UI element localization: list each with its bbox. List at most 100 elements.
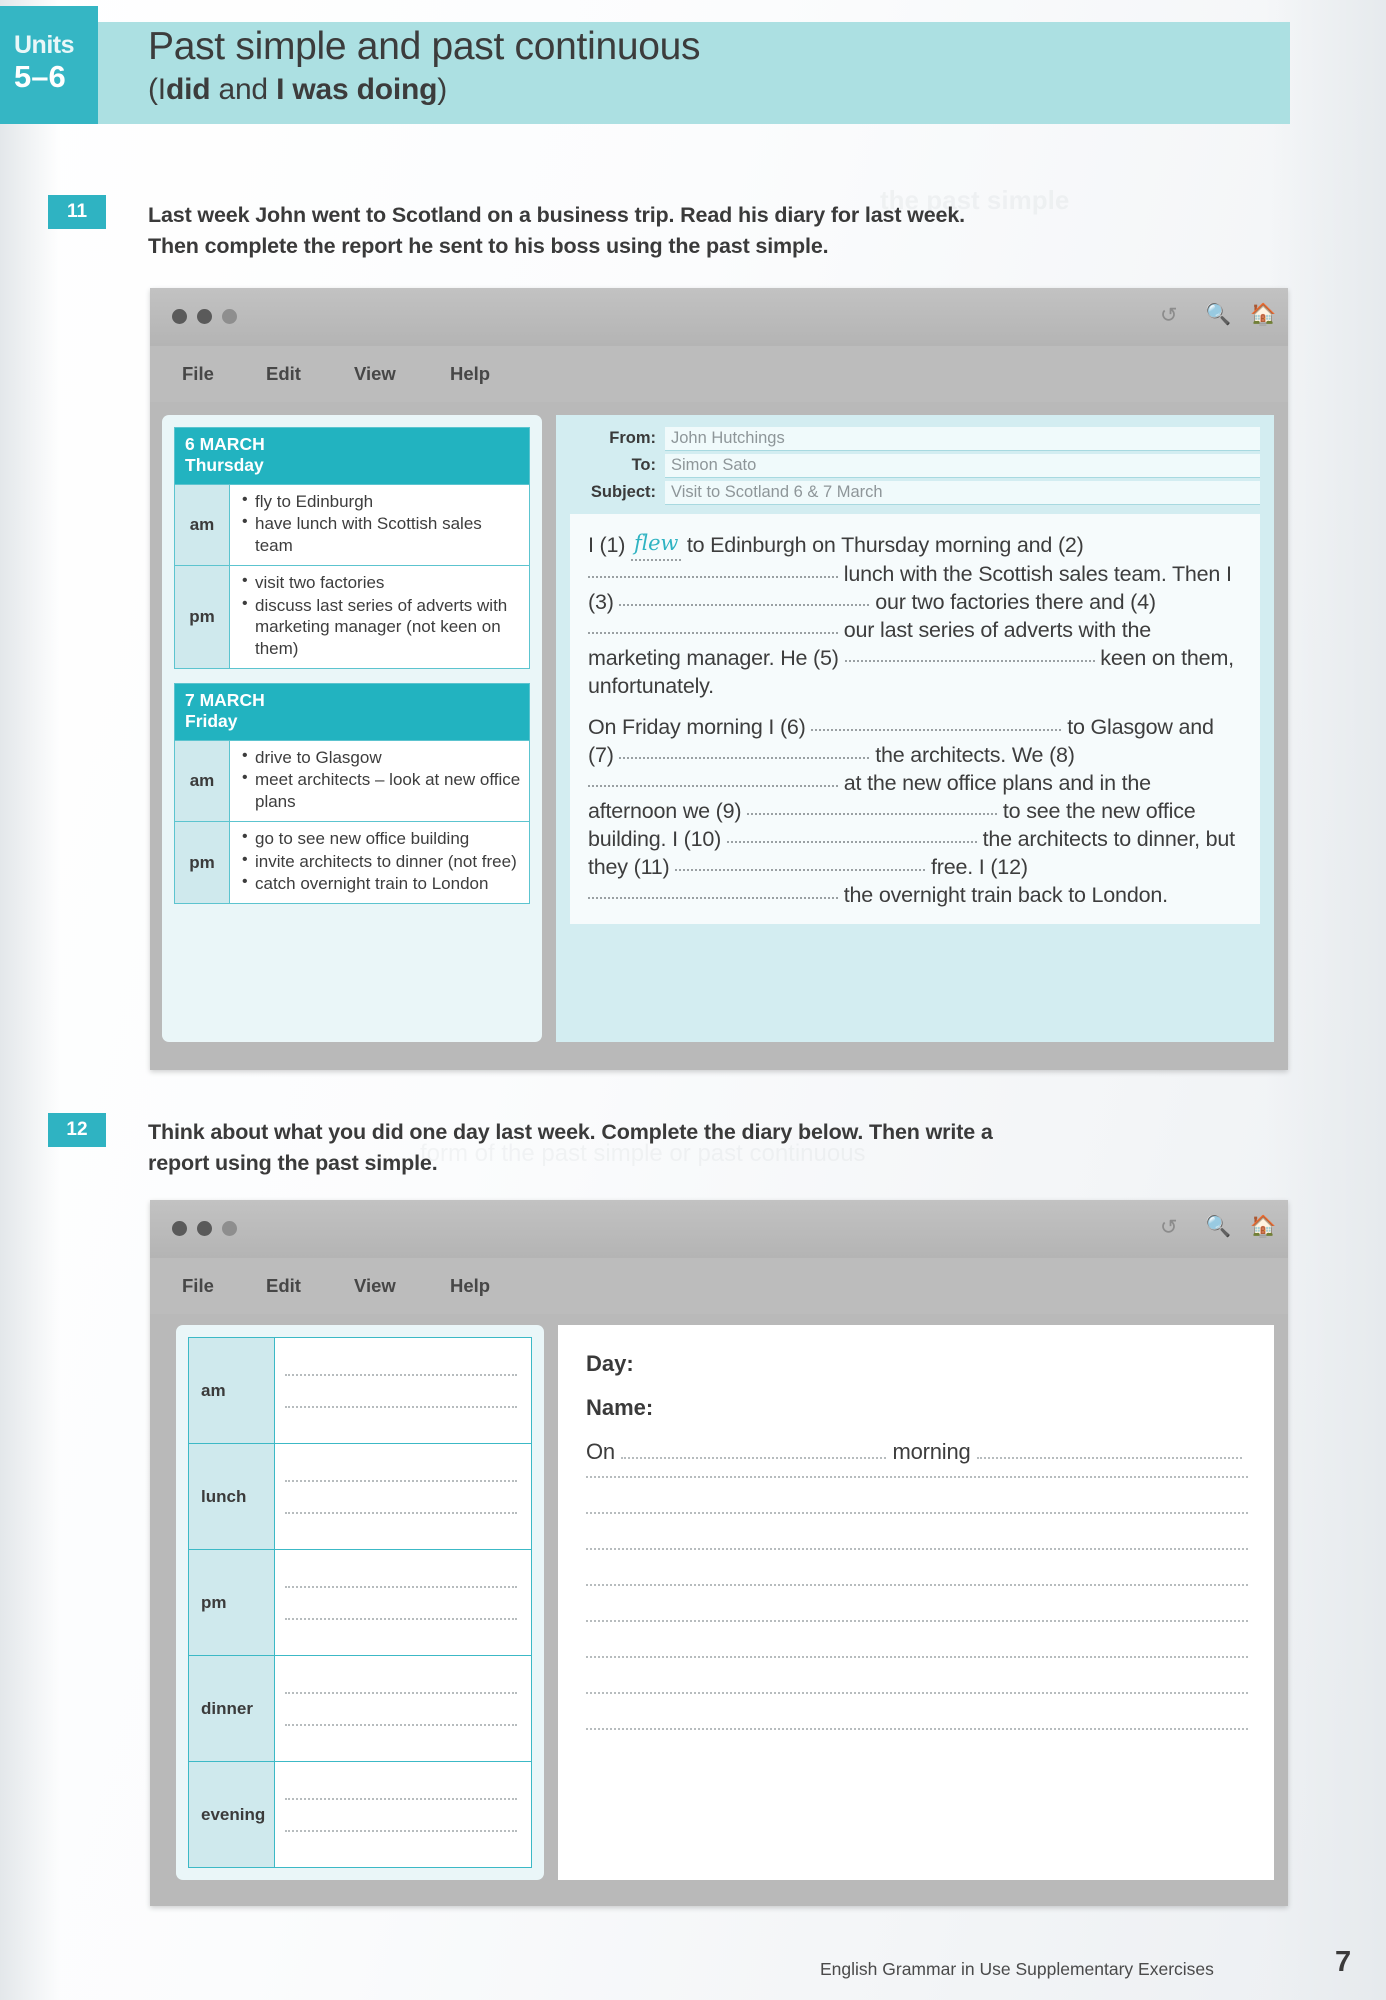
window-minimize-dot[interactable] [197,1221,212,1236]
page-subtitle: (Idid and I was doing) [148,72,1148,108]
email-text-run: free. I (12) [925,854,1028,879]
browser-1-titlebar: ↺ 🔍 🏠 [150,288,1288,346]
email-text-run: On Friday morning I (6) [588,714,812,739]
email-subject-row: Subject: Visit to Scotland 6 & 7 March [570,481,1260,505]
diary-row: am fly to Edinburgh have lunch with Scot… [175,483,529,565]
list-item: invite architects to dinner (not free) [242,850,521,873]
exercise-11-instruction: Last week John went to Scotland on a bus… [148,200,1248,261]
window-close-dot[interactable] [172,1221,187,1236]
dotted-writing-line[interactable] [586,1619,1248,1622]
menu-item-file[interactable]: File [182,363,214,385]
dotted-writing-line[interactable] [586,1511,1248,1514]
window-maximize-dot[interactable] [222,309,237,324]
blank-diary-row-lines[interactable] [275,1550,531,1655]
email-to-value[interactable]: Simon Sato [665,454,1260,478]
blank-diary-row-label: dinner [189,1656,275,1761]
menu-item-view[interactable]: View [354,1275,396,1297]
dotted-writing-line[interactable] [586,1691,1248,1694]
diary-panel-ex11: 6 MARCH Thursday am fly to Edinburgh hav… [162,415,542,1042]
dotted-writing-line[interactable] [586,1547,1248,1550]
report-on-word: On [586,1439,615,1464]
dotted-writing-line[interactable] [285,1617,517,1620]
window-maximize-dot[interactable] [222,1221,237,1236]
dotted-writing-line[interactable] [586,1475,1248,1478]
dotted-writing-line[interactable] [285,1691,517,1695]
email-gap-blank[interactable] [726,826,977,843]
home-icon[interactable]: 🏠 [1250,1215,1276,1239]
window-minimize-dot[interactable] [197,309,212,324]
subtitle-close-paren: ) [437,73,448,107]
email-paragraph-2: On Friday morning I (6) to Glasgow and (… [588,714,1244,910]
dotted-writing-line[interactable] [586,1655,1248,1658]
report-on-row: On morning [586,1439,1248,1465]
report-day-blank[interactable] [620,1441,887,1459]
email-gap-blank[interactable] [811,714,1062,731]
diary-row-label: pm [175,821,230,904]
menu-item-view[interactable]: View [354,363,396,385]
window-close-dot[interactable] [172,309,187,324]
diary-row-items: drive to Glasgow meet architects – look … [230,741,529,821]
exercise-12-instruction-line2: report using the past simple. [148,1150,438,1175]
email-gap-blank[interactable] [588,617,838,635]
subtitle-and: and [210,73,277,107]
email-header-fields: From: John Hutchings To: Simon Sato Subj… [570,427,1260,505]
report-morning-word: morning [892,1439,971,1464]
diary-day: Thursday [185,455,264,476]
blank-diary-row: am [189,1338,531,1443]
blank-diary-row-lines[interactable] [275,1338,531,1443]
diary-block-7-march: 7 MARCH Friday am drive to Glasgow meet … [174,682,530,905]
browser-2-menubar: File Edit View Help [150,1258,1288,1314]
email-gap-blank[interactable] [675,854,926,871]
email-gap-blank[interactable] [588,882,838,899]
blank-diary-row-lines[interactable] [275,1762,531,1867]
dotted-writing-line[interactable] [285,1405,517,1408]
email-gap-blank[interactable] [588,770,838,787]
dotted-writing-line[interactable] [586,1583,1248,1586]
home-icon[interactable]: 🏠 [1250,303,1276,327]
search-icon[interactable]: 🔍 [1205,303,1231,327]
dotted-writing-line[interactable] [285,1373,517,1377]
email-paragraph-1: I (1) flew to Edinburgh on Thursday morn… [588,530,1244,701]
diary-row: am drive to Glasgow meet architects – lo… [175,739,529,821]
email-from-row: From: John Hutchings [570,427,1260,451]
email-gap-blank[interactable] [619,589,870,607]
search-icon[interactable]: 🔍 [1205,1215,1231,1239]
email-to-label: To: [631,456,656,474]
email-gap-blank[interactable] [588,561,838,579]
list-item: catch overnight train to London [242,872,521,895]
email-gap-blank[interactable] [619,742,870,759]
blank-diary-grid: am lunch pm dinner evening [188,1337,532,1868]
page-left-shadow [0,0,60,2000]
refresh-icon[interactable]: ↺ [1160,1215,1178,1240]
dotted-writing-line[interactable] [285,1479,517,1483]
blank-diary-row: lunch [189,1443,531,1549]
dotted-writing-line[interactable] [285,1585,517,1589]
email-answer-1[interactable]: flew [631,530,682,562]
dotted-writing-line[interactable] [285,1829,517,1832]
list-item: drive to Glasgow [242,746,521,769]
email-subject-label: Subject: [590,483,656,501]
menu-item-edit[interactable]: Edit [266,1275,301,1297]
diary-date: 7 MARCH [185,689,265,710]
blank-diary-row-lines[interactable] [275,1444,531,1549]
menu-item-edit[interactable]: Edit [266,363,301,385]
dotted-writing-line[interactable] [285,1797,517,1801]
menu-item-file[interactable]: File [182,1275,214,1297]
email-gap-blank[interactable] [747,798,998,815]
units-badge: Units 5–6 [0,6,98,124]
dotted-writing-line[interactable] [285,1511,517,1514]
email-from-value[interactable]: John Hutchings [665,427,1260,451]
menu-item-help[interactable]: Help [450,1275,490,1297]
refresh-icon[interactable]: ↺ [1160,303,1178,328]
menu-item-help[interactable]: Help [450,363,490,385]
blank-diary-row-lines[interactable] [275,1656,531,1761]
diary-row-label: am [175,484,230,565]
diary-row-items: go to see new office building invite arc… [230,822,529,903]
dotted-writing-line[interactable] [285,1723,517,1726]
browser-2-titlebar: ↺ 🔍 🏠 [150,1200,1288,1258]
report-after-morning-blank[interactable] [976,1441,1243,1459]
email-subject-value[interactable]: Visit to Scotland 6 & 7 March [665,481,1260,505]
dotted-writing-line[interactable] [586,1727,1248,1730]
units-range: 5–6 [14,59,66,95]
email-gap-blank[interactable] [844,645,1095,663]
